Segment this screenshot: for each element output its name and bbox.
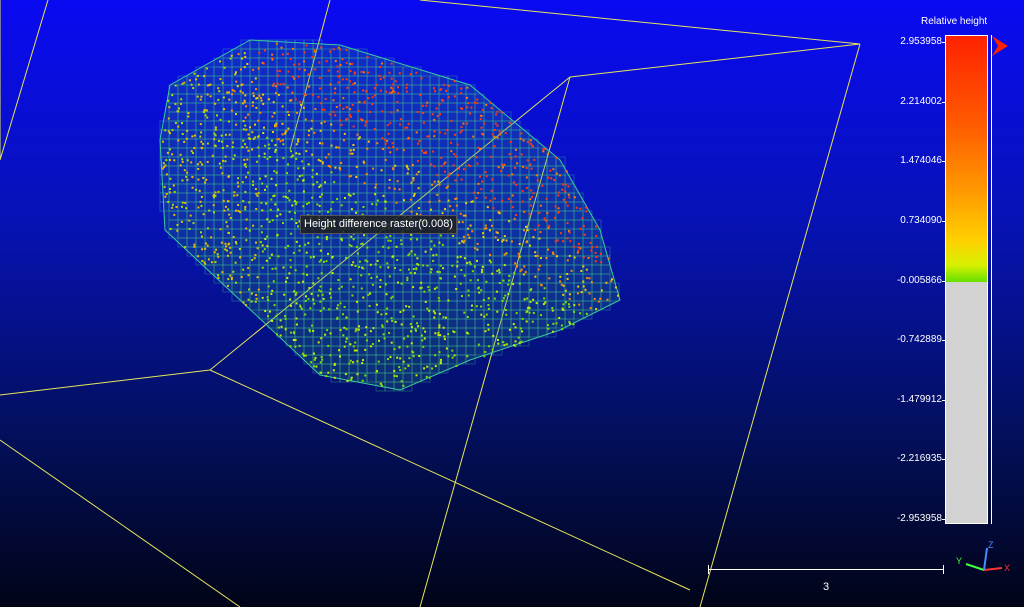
legend-tick-mark: [942, 161, 945, 163]
y-axis-label: Y: [956, 556, 962, 566]
y-axis-line: [965, 563, 985, 571]
legend-tick-label: -1.479912: [896, 393, 942, 405]
scale-bar-label: 3: [822, 581, 830, 593]
legend-tick-mark: [942, 519, 945, 520]
legend-tick-label: 2.214002: [900, 95, 942, 107]
legend-tick-mark: [942, 101, 945, 103]
legend-tick-mark: [942, 459, 945, 461]
scale-bar-end-right: [943, 565, 944, 574]
legend-tick-mark: [942, 42, 945, 43]
legend-tick-label: -0.005866: [896, 274, 942, 286]
legend-tick-mark: [942, 399, 945, 401]
x-axis-line: [983, 567, 1003, 571]
bbox-edge: [0, 369, 211, 396]
bbox-edge: [0, 0, 49, 161]
legend-title: Relative height: [921, 16, 988, 27]
bbox-edge: [699, 43, 861, 607]
x-axis-label: X: [1004, 563, 1010, 573]
scale-bar-end-left: [708, 565, 709, 574]
legend-tick-mark: [942, 340, 945, 342]
red-marker-icon: [992, 36, 1008, 56]
bbox-edge: [419, 0, 861, 45]
color-bar: [945, 35, 988, 524]
3d-viewport[interactable]: Height difference raster(0.008) Relative…: [0, 0, 1024, 607]
bbox-edge: [569, 43, 861, 78]
legend-tick-label: -0.742889: [896, 334, 942, 346]
object-label: Height difference raster(0.008): [300, 215, 457, 234]
bbox-edge: [209, 369, 691, 591]
legend-tick-mark: [942, 220, 945, 222]
legend-tick-label: 2.953958: [900, 36, 942, 47]
bbox-edge: [0, 439, 241, 607]
scale-bar-line: [708, 569, 944, 570]
legend-tick-label: -2.216935: [896, 453, 942, 465]
axes-gizmo-icon: X Y Z: [956, 540, 1010, 573]
z-axis-line: [983, 547, 988, 571]
legend-tick-mark: [942, 280, 945, 282]
legend-tick-label: 1.474046: [900, 155, 942, 167]
z-axis-label: Z: [988, 540, 994, 550]
legend-tick-label: -2.953958: [896, 513, 942, 524]
legend-tick-label: 0.734090: [900, 214, 942, 226]
color-bar-axis: [991, 35, 992, 524]
